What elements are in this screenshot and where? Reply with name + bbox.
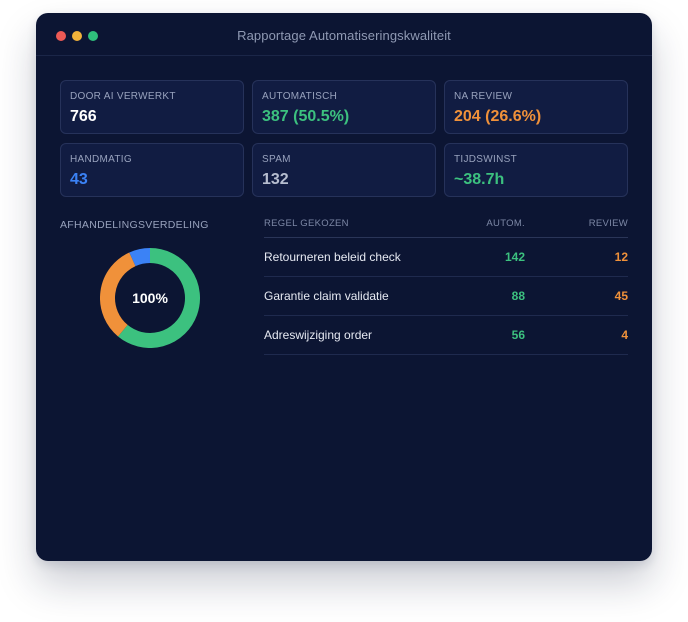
- distribution-title: AFHANDELINGSVERDELING: [60, 219, 209, 231]
- rule-auto-count: 56: [511, 328, 525, 342]
- header-auto: AUTOM.: [486, 218, 525, 229]
- rule-name: Garantie claim validatie: [264, 289, 389, 303]
- stat-label: DOOR AI VERWERKT: [70, 91, 176, 102]
- stat-label: TIJDSWINST: [454, 154, 517, 165]
- rule-name: Adreswijziging order: [264, 328, 373, 342]
- rule-review-count: 45: [614, 289, 628, 303]
- stat-card-spam: SPAM 132: [252, 143, 436, 197]
- window-title: Rapportage Automatiseringskwaliteit: [237, 28, 451, 43]
- table-row: Adreswijziging order 56 4: [264, 316, 628, 355]
- report-window: Rapportage Automatiseringskwaliteit DOOR…: [36, 13, 652, 561]
- stat-card-automatic: AUTOMATISCH 387 (50.5%): [252, 80, 436, 134]
- rules-table-header: REGEL GEKOZEN AUTOM. REVIEW: [264, 218, 628, 238]
- rule-review-count: 12: [614, 250, 628, 264]
- stat-value: 766: [70, 108, 97, 125]
- stat-value: 204 (26.6%): [454, 108, 542, 125]
- rule-name: Retourneren beleid check: [264, 250, 401, 264]
- title-bar: Rapportage Automatiseringskwaliteit: [36, 13, 652, 56]
- rule-auto-count: 88: [511, 289, 525, 303]
- stat-label: NA REVIEW: [454, 91, 513, 102]
- header-rule: REGEL GEKOZEN: [264, 218, 349, 229]
- stat-card-time-saved: TIJDSWINST ~38.7h: [444, 143, 628, 197]
- header-review: REVIEW: [588, 218, 628, 229]
- stat-label: HANDMATIG: [70, 154, 132, 165]
- donut-segment-handmatig: [129, 248, 151, 267]
- stat-card-processed: DOOR AI VERWERKT 766: [60, 80, 244, 134]
- table-row: Retourneren beleid check 142 12: [264, 238, 628, 277]
- stat-value: ~38.7h: [454, 171, 505, 188]
- stat-value: 387 (50.5%): [262, 108, 350, 125]
- table-row: Garantie claim validatie 88 45: [264, 277, 628, 316]
- stat-card-manual: HANDMATIG 43: [60, 143, 244, 197]
- stat-label: SPAM: [262, 154, 291, 165]
- stat-value: 43: [70, 171, 88, 188]
- donut-segment-review: [100, 252, 136, 337]
- stat-card-after-review: NA REVIEW 204 (26.6%): [444, 80, 628, 134]
- rules-table: REGEL GEKOZEN AUTOM. REVIEW Retourneren …: [264, 218, 628, 355]
- rule-auto-count: 142: [504, 250, 525, 264]
- stat-label: AUTOMATISCH: [262, 91, 338, 102]
- stats-grid: DOOR AI VERWERKT 766 AUTOMATISCH 387 (50…: [60, 80, 628, 197]
- donut-center-label: 100%: [132, 290, 168, 306]
- stat-value: 132: [262, 171, 289, 188]
- rule-review-count: 4: [621, 328, 628, 342]
- distribution-donut-chart: 100%: [100, 248, 200, 348]
